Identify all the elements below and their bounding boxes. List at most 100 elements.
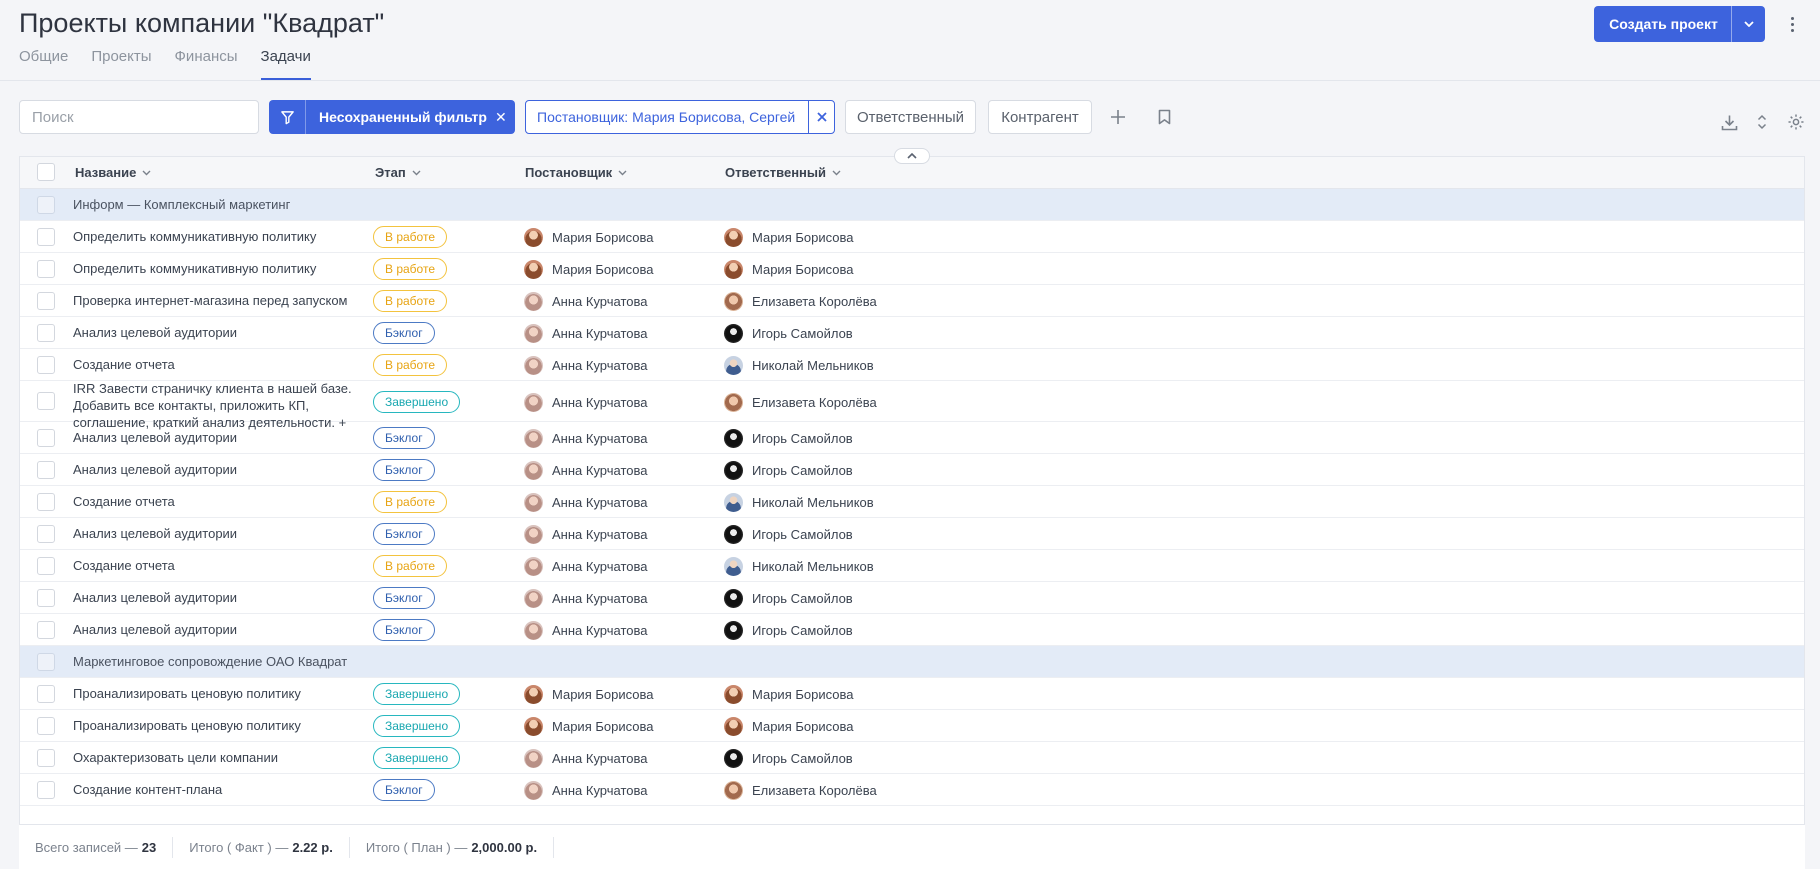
author-name: Анна Курчатова	[552, 326, 648, 341]
close-icon[interactable]: ✕	[495, 109, 507, 126]
table-row[interactable]: Охарактеризовать цели компании Завершено А…	[20, 742, 1804, 774]
task-name[interactable]: Определить коммуникативную политику	[73, 261, 353, 276]
author-name: Анна Курчатова	[552, 431, 648, 446]
contractor-filter-chip[interactable]: Контрагент	[988, 100, 1092, 134]
stage-badge: Завершено	[373, 747, 461, 769]
author-name: Анна Курчатова	[552, 527, 648, 542]
table-row[interactable]: IRR Завести страничку клиента в нашей ба…	[20, 381, 1804, 430]
author-filter-chip[interactable]: Постановщик: Мария Борисова, Сергей	[525, 100, 835, 134]
task-name[interactable]: Анализ целевой аудитории	[73, 430, 353, 445]
sort-icon[interactable]	[1751, 111, 1773, 133]
author-cell: Анна Курчатова	[524, 292, 648, 311]
row-checkbox[interactable]	[37, 493, 55, 511]
table-row[interactable]: Определить коммуникативную политику В раб…	[20, 221, 1804, 253]
table-row[interactable]: Анализ целевой аудитории Бэклог Анна Курча…	[20, 317, 1804, 349]
table-row[interactable]: Анализ целевой аудитории Бэклог Анна Курча…	[20, 422, 1804, 454]
column-name-header[interactable]: Название	[75, 165, 151, 180]
table-row[interactable]: Анализ целевой аудитории Бэклог Анна Курча…	[20, 582, 1804, 614]
task-name[interactable]: Анализ целевой аудитории	[73, 325, 353, 340]
row-checkbox[interactable]	[37, 749, 55, 767]
table-row[interactable]: Анализ целевой аудитории Бэклог Анна Курча…	[20, 614, 1804, 646]
owner-cell: Николай Мельников	[724, 493, 874, 512]
row-checkbox[interactable]	[37, 429, 55, 447]
row-checkbox[interactable]	[37, 196, 55, 214]
group-row[interactable]: Маркетинговое сопровождение ОАО Квадрат	[20, 646, 1804, 678]
collapse-filters-button[interactable]	[894, 148, 930, 164]
task-name[interactable]: Создание отчета	[73, 357, 353, 372]
task-name[interactable]: Проанализировать ценовую политику	[73, 718, 353, 733]
row-checkbox[interactable]	[37, 324, 55, 342]
tab-tasks[interactable]: Задачи	[260, 48, 311, 80]
owner-name: Игорь Самойлов	[752, 463, 853, 478]
task-name[interactable]: Определить коммуникативную политику	[73, 229, 353, 244]
table-row[interactable]: Создание отчета В работе Анна Курчатова Ник…	[20, 550, 1804, 582]
table-row[interactable]: Определить коммуникативную политику В раб…	[20, 253, 1804, 285]
row-checkbox[interactable]	[37, 228, 55, 246]
tab-general[interactable]: Общие	[19, 48, 68, 80]
stage-badge: Бэклог	[373, 587, 435, 609]
table-body: Информ — Комплексный маркетинг Определить…	[20, 189, 1804, 806]
task-name[interactable]: Создание контент-плана	[73, 782, 353, 797]
row-checkbox[interactable]	[37, 621, 55, 639]
owner-name: Мария Борисова	[752, 719, 854, 734]
download-icon[interactable]	[1718, 111, 1740, 133]
row-checkbox[interactable]	[37, 260, 55, 278]
column-owner-header[interactable]: Ответственный	[725, 165, 841, 180]
avatar	[724, 292, 743, 311]
task-name[interactable]: Проанализировать ценовую политику	[73, 686, 353, 701]
tab-projects[interactable]: Проекты	[91, 48, 151, 80]
table-row[interactable]: Проанализировать ценовую политику Заверше…	[20, 678, 1804, 710]
task-name[interactable]: Анализ целевой аудитории	[73, 622, 353, 637]
table-row[interactable]: Проанализировать ценовую политику Заверше…	[20, 710, 1804, 742]
table-row[interactable]: Создание отчета В работе Анна Курчатова Ник…	[20, 349, 1804, 381]
plus-icon[interactable]	[1107, 106, 1129, 128]
task-name[interactable]: Проверка интернет-магазина перед запуско…	[73, 293, 353, 308]
table-row[interactable]: Создание контент-плана Бэклог Анна Курчато…	[20, 774, 1804, 806]
row-checkbox[interactable]	[37, 461, 55, 479]
task-name[interactable]: Анализ целевой аудитории	[73, 590, 353, 605]
more-menu-icon[interactable]	[1782, 12, 1802, 36]
column-author-header[interactable]: Постановщик	[525, 165, 627, 180]
task-name[interactable]: Анализ целевой аудитории	[73, 526, 353, 541]
task-name[interactable]: Создание отчета	[73, 558, 353, 573]
row-checkbox[interactable]	[37, 292, 55, 310]
owner-cell: Игорь Самойлов	[724, 525, 853, 544]
stage-badge: В работе	[373, 555, 448, 577]
row-checkbox[interactable]	[37, 557, 55, 575]
bookmark-icon[interactable]	[1153, 106, 1175, 128]
table-row[interactable]: Проверка интернет-магазина перед запуско…	[20, 285, 1804, 317]
create-project-button[interactable]: Создать проект	[1594, 6, 1765, 42]
row-checkbox[interactable]	[37, 392, 55, 410]
column-stage-header[interactable]: Этап	[375, 165, 421, 180]
row-checkbox[interactable]	[37, 525, 55, 543]
task-name[interactable]: Создание отчета	[73, 494, 353, 509]
avatar	[724, 589, 743, 608]
table-row[interactable]: Создание отчета В работе Анна Курчатова Ник…	[20, 486, 1804, 518]
avatar	[724, 781, 743, 800]
unsaved-filter-button[interactable]: Несохраненный фильтр ✕	[269, 100, 515, 134]
author-name: Мария Борисова	[552, 719, 654, 734]
owner-filter-chip[interactable]: Ответственный	[845, 100, 976, 134]
task-name[interactable]: Анализ целевой аудитории	[73, 462, 353, 477]
search-input[interactable]	[19, 100, 259, 134]
row-checkbox[interactable]	[37, 781, 55, 799]
chevron-down-icon[interactable]	[1732, 6, 1765, 42]
stage-badge: В работе	[373, 290, 448, 312]
row-checkbox[interactable]	[37, 589, 55, 607]
table-row[interactable]: Анализ целевой аудитории Бэклог Анна Курча…	[20, 518, 1804, 550]
row-checkbox[interactable]	[37, 653, 55, 671]
row-checkbox[interactable]	[37, 356, 55, 374]
tab-finance[interactable]: Финансы	[175, 48, 238, 80]
close-icon[interactable]	[808, 101, 834, 133]
gear-icon[interactable]	[1785, 111, 1807, 133]
group-row[interactable]: Информ — Комплексный маркетинг	[20, 189, 1804, 221]
row-checkbox[interactable]	[37, 685, 55, 703]
task-name[interactable]: Охарактеризовать цели компании	[73, 750, 353, 765]
author-name: Анна Курчатова	[552, 783, 648, 798]
table-row[interactable]: Анализ целевой аудитории Бэклог Анна Курча…	[20, 454, 1804, 486]
select-all-checkbox[interactable]	[37, 163, 55, 181]
avatar	[524, 393, 543, 412]
row-checkbox[interactable]	[37, 717, 55, 735]
table-footer: Всего записей —23 Итого ( Факт ) —2.22 р…	[19, 824, 1805, 869]
tasks-table: Название Этап Постановщик Ответственный …	[19, 156, 1805, 869]
